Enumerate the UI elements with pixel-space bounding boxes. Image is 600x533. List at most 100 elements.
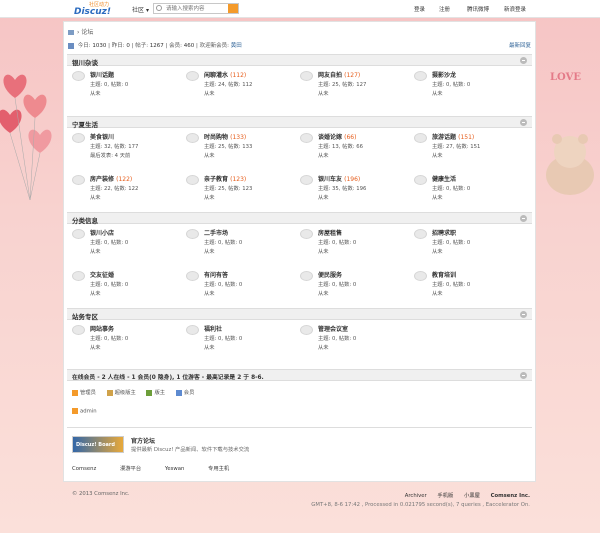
forum-name[interactable]: 教育培训 <box>432 270 456 279</box>
forum-name[interactable]: 网站事务 <box>90 324 114 333</box>
forum-name-text[interactable]: 银川车友 <box>318 176 342 183</box>
forum-item[interactable]: 银川话题 主题: 0, 帖数: 0 从未 <box>72 69 184 103</box>
forum-item[interactable]: 时尚购物 (133) 主题: 25, 帖数: 133 从未 <box>186 131 298 165</box>
latest-replies-link[interactable]: 最新回复 <box>509 41 531 49</box>
forum-item[interactable]: 银川小店 主题: 0, 帖数: 0 从未 <box>72 227 184 261</box>
forum-name[interactable]: 美食银川 <box>90 132 114 141</box>
forum-name[interactable]: 房屋租售 <box>318 228 342 237</box>
forum-name-text[interactable]: 银川话题 <box>90 72 114 79</box>
forum-name[interactable]: 银川话题 <box>90 70 114 79</box>
search-input[interactable] <box>166 4 226 13</box>
forum-item[interactable]: 亲子教育 (123) 主题: 25, 帖数: 123 从未 <box>186 173 298 207</box>
collapse-icon[interactable] <box>520 215 527 222</box>
forum-item[interactable]: 旅游话题 (151) 主题: 27, 帖数: 151 从未 <box>414 131 526 165</box>
forum-name[interactable]: 旅游话题 (151) <box>432 132 474 141</box>
forum-item[interactable]: 房产装修 (122) 主题: 22, 帖数: 122 从未 <box>72 173 184 207</box>
forum-name[interactable]: 亲子教育 (123) <box>204 174 246 183</box>
online-user[interactable]: admin <box>72 408 97 415</box>
forum-item[interactable]: 银川车友 (196) 主题: 35, 帖数: 196 从未 <box>300 173 412 207</box>
forum-name[interactable]: 银川小店 <box>90 228 114 237</box>
mobile-link[interactable]: 手机版 <box>437 493 453 499</box>
forum-name[interactable]: 交友征婚 <box>90 270 114 279</box>
forum-item[interactable]: 谈婚论嫁 (66) 主题: 13, 帖数: 66 从未 <box>300 131 412 165</box>
forum-name[interactable]: 便民服务 <box>318 270 342 279</box>
friend-link-host[interactable]: 专用主机 <box>208 466 229 472</box>
forum-name-text[interactable]: 房产装修 <box>90 176 114 183</box>
forum-item[interactable]: 二手市场 主题: 0, 帖数: 0 从未 <box>186 227 298 261</box>
official-forum-title[interactable]: 官方论坛 <box>131 436 155 445</box>
login-link[interactable]: 登录 <box>414 5 425 13</box>
forum-name[interactable]: 闲聊灌水 (112) <box>204 70 246 79</box>
forum-name-text[interactable]: 交友征婚 <box>90 272 114 279</box>
forum-item[interactable]: 交友征婚 主题: 0, 帖数: 0 从未 <box>72 269 184 303</box>
search-button[interactable] <box>228 4 238 13</box>
collapse-icon[interactable] <box>520 372 527 379</box>
forum-name-text[interactable]: 管理会议室 <box>318 326 348 333</box>
forum-name[interactable]: 谈婚论嫁 (66) <box>318 132 356 141</box>
forum-name-text[interactable]: 教育培训 <box>432 272 456 279</box>
section-title[interactable]: 站务专区 <box>72 311 98 321</box>
forum-name-text[interactable]: 网站事务 <box>90 326 114 333</box>
forum-item[interactable]: 美食银川 主题: 32, 帖数: 177 最后发表: 4 天前 <box>72 131 184 165</box>
forum-name[interactable]: 福利社 <box>204 324 222 333</box>
community-menu[interactable]: 社区 ▾ <box>132 5 149 14</box>
forum-name-text[interactable]: 健康生活 <box>432 176 456 183</box>
forum-name-text[interactable]: 福利社 <box>204 326 222 333</box>
friend-link-comsenz[interactable]: Comsenz <box>72 466 96 472</box>
archiver-link[interactable]: Archiver <box>405 493 427 499</box>
forum-item[interactable]: 闲聊灌水 (112) 主题: 24, 帖数: 112 从未 <box>186 69 298 103</box>
forum-name-text[interactable]: 摄影沙龙 <box>432 72 456 79</box>
forum-name[interactable]: 二手市场 <box>204 228 228 237</box>
section-title[interactable]: 宁夏生活 <box>72 119 98 129</box>
blackroom-link[interactable]: 小黑屋 <box>464 493 480 499</box>
forum-item[interactable]: 有问有答 主题: 0, 帖数: 0 从未 <box>186 269 298 303</box>
forum-item[interactable]: 招聘求职 主题: 0, 帖数: 0 从未 <box>414 227 526 261</box>
forum-name-text[interactable]: 闲聊灌水 <box>204 72 228 79</box>
sina-login-link[interactable]: 新浪登录 <box>504 5 526 13</box>
register-link[interactable]: 注册 <box>439 5 450 13</box>
forum-item[interactable]: 网友自拍 (127) 主题: 25, 帖数: 127 从未 <box>300 69 412 103</box>
collapse-icon[interactable] <box>520 57 527 64</box>
forum-name-text[interactable]: 房屋租售 <box>318 230 342 237</box>
forum-item[interactable]: 管理会议室 主题: 0, 帖数: 0 从未 <box>300 323 412 357</box>
forum-name-text[interactable]: 有问有答 <box>204 272 228 279</box>
forum-name[interactable]: 招聘求职 <box>432 228 456 237</box>
forum-name-text[interactable]: 二手市场 <box>204 230 228 237</box>
forum-item[interactable]: 房屋租售 主题: 0, 帖数: 0 从未 <box>300 227 412 261</box>
forum-item[interactable]: 教育培训 主题: 0, 帖数: 0 从未 <box>414 269 526 303</box>
friend-link-manyou[interactable]: 漫游平台 <box>120 466 141 472</box>
tencent-weibo-link[interactable]: 腾讯微博 <box>467 5 489 13</box>
forum-name-text[interactable]: 便民服务 <box>318 272 342 279</box>
official-forum-badge[interactable]: Discuz! Board <box>72 436 124 453</box>
forum-name[interactable]: 健康生活 <box>432 174 456 183</box>
forum-name[interactable]: 房产装修 (122) <box>90 174 132 183</box>
forum-name[interactable]: 摄影沙龙 <box>432 70 456 79</box>
forum-name-text[interactable]: 时尚购物 <box>204 134 228 141</box>
forum-name-text[interactable]: 亲子教育 <box>204 176 228 183</box>
forum-name-text[interactable]: 旅游话题 <box>432 134 456 141</box>
forum-name-text[interactable]: 银川小店 <box>90 230 114 237</box>
site-logo[interactable]: 社区动力 Discuz! <box>71 1 121 17</box>
section-title[interactable]: 分类信息 <box>72 215 98 225</box>
footer-brand[interactable]: Comsenz Inc. <box>491 493 530 499</box>
forum-item[interactable]: 福利社 主题: 0, 帖数: 0 从未 <box>186 323 298 357</box>
section-title[interactable]: 银川杂谈 <box>72 57 98 67</box>
forum-name[interactable]: 时尚购物 (133) <box>204 132 246 141</box>
forum-name-text[interactable]: 谈婚论嫁 <box>318 134 342 141</box>
forum-name[interactable]: 网友自拍 (127) <box>318 70 360 79</box>
forum-name-text[interactable]: 网友自拍 <box>318 72 342 79</box>
breadcrumb-forum[interactable]: 论坛 <box>81 29 93 36</box>
forum-name[interactable]: 银川车友 (196) <box>318 174 360 183</box>
collapse-icon[interactable] <box>520 119 527 126</box>
forum-name-text[interactable]: 招聘求职 <box>432 230 456 237</box>
friend-link-yeswan[interactable]: Yeswan <box>165 466 185 472</box>
forum-name[interactable]: 管理会议室 <box>318 324 348 333</box>
forum-name[interactable]: 有问有答 <box>204 270 228 279</box>
forum-item[interactable]: 网站事务 主题: 0, 帖数: 0 从未 <box>72 323 184 357</box>
forum-item[interactable]: 摄影沙龙 主题: 0, 帖数: 0 从未 <box>414 69 526 103</box>
home-icon[interactable] <box>68 30 74 35</box>
forum-item[interactable]: 健康生活 主题: 0, 帖数: 0 从未 <box>414 173 526 207</box>
forum-name-text[interactable]: 美食银川 <box>90 134 114 141</box>
new-member-link[interactable]: 黄田 <box>231 43 242 49</box>
online-username[interactable]: admin <box>80 409 97 415</box>
